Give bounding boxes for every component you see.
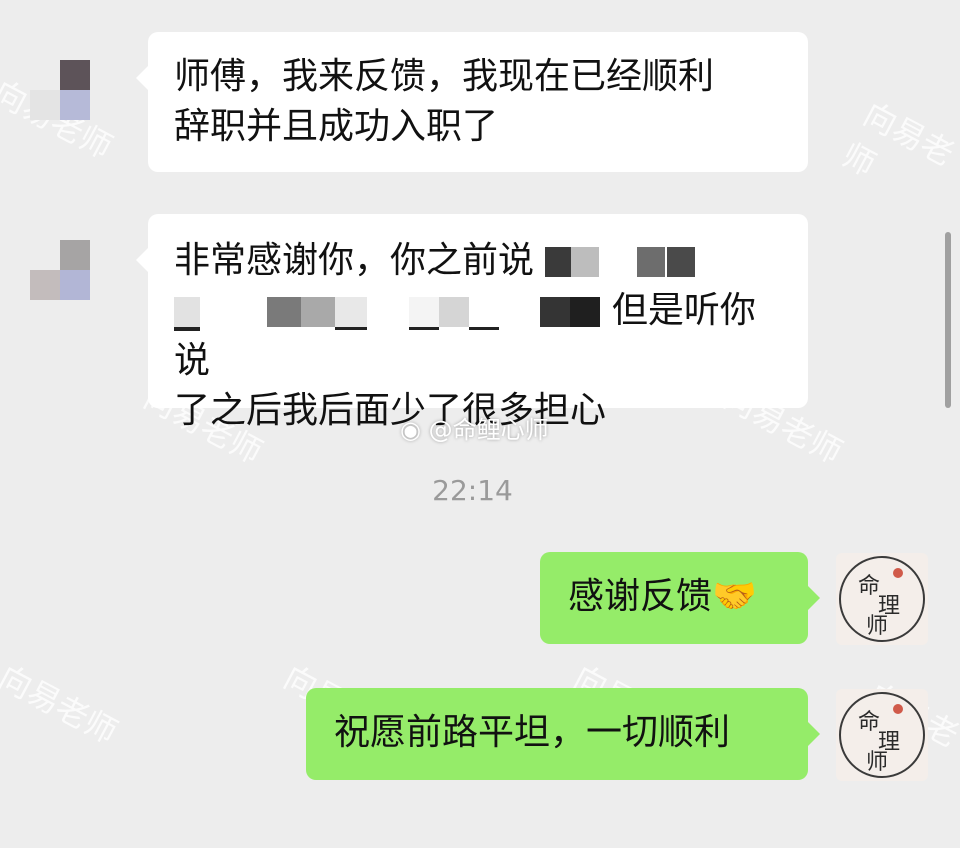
scrollbar[interactable] — [945, 232, 951, 408]
message-text-line: 师傅，我来反馈，我现在已经顺利 — [174, 56, 715, 97]
message-text: 祝愿前路平坦，一切顺利 — [334, 712, 731, 753]
watermark-text: 向易老师 — [835, 94, 960, 185]
contact-avatar[interactable] — [30, 30, 120, 120]
message-text-line: 非常感谢你，你之前说 — [174, 236, 782, 286]
outgoing-message-bubble[interactable]: 祝愿前路平坦，一切顺利 — [306, 688, 820, 780]
svg-text:师: 师 — [866, 614, 888, 639]
incoming-message-bubble[interactable]: 非常感谢你，你之前说 但是听你说 了之后我后面少了很多担心 — [136, 214, 808, 431]
weibo-icon: ◉ — [400, 416, 421, 444]
censor-mosaic — [174, 297, 200, 331]
censor-mosaic — [636, 247, 697, 277]
message-text-line: 但是听你说 — [174, 290, 756, 381]
logo-icon: 命 理 师 — [839, 692, 925, 778]
user-avatar[interactable]: 命 理 师 — [836, 689, 928, 781]
svg-text:命: 命 — [858, 574, 880, 599]
contact-avatar[interactable] — [30, 210, 120, 300]
watermark-text: 向易老师 — [0, 657, 124, 752]
censor-mosaic — [267, 297, 368, 330]
user-avatar[interactable]: 命 理 师 — [836, 553, 928, 645]
message-text: 感谢反馈 — [568, 576, 713, 617]
svg-text:命: 命 — [858, 710, 880, 735]
handshake-emoji-icon: 🤝 — [712, 576, 757, 617]
logo-icon: 命 理 师 — [839, 556, 925, 642]
message-text-line: 辞职并且成功入职了 — [174, 106, 499, 147]
weibo-watermark: ◉ @命鲤心师 — [400, 416, 549, 444]
outgoing-message-bubble[interactable]: 感谢反馈🤝 — [540, 552, 820, 644]
censor-mosaic — [540, 297, 601, 327]
svg-text:师: 师 — [866, 750, 888, 775]
message-timestamp: 22:14 — [432, 474, 513, 507]
censor-mosaic — [545, 247, 600, 277]
censor-mosaic — [408, 297, 499, 330]
incoming-message-bubble[interactable]: 师傅，我来反馈，我现在已经顺利 辞职并且成功入职了 — [136, 32, 808, 172]
